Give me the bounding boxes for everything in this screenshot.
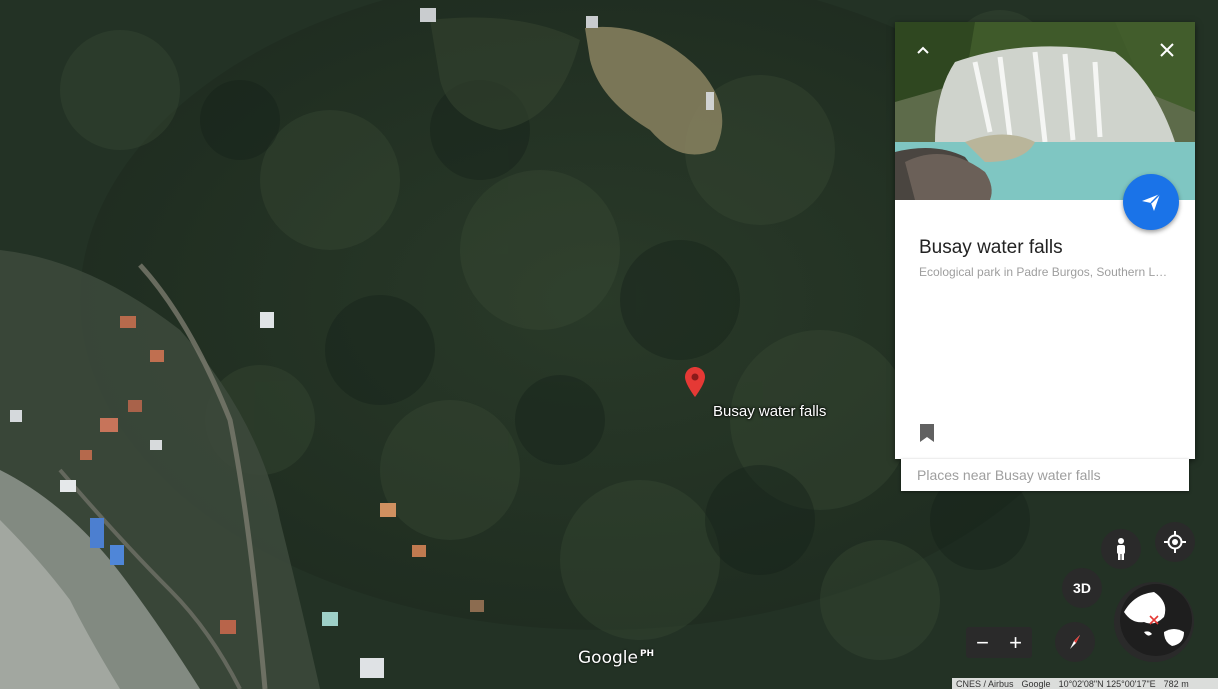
my-location-button[interactable]: [1155, 522, 1195, 562]
place-subtitle: Ecological park in Padre Burgos, Souther…: [919, 265, 1171, 279]
pegman-icon: [1117, 538, 1125, 560]
close-card-icon[interactable]: [1157, 40, 1177, 60]
compass-button[interactable]: [1055, 622, 1095, 662]
collapse-card-icon[interactable]: [913, 40, 933, 60]
send-icon: [1142, 193, 1161, 211]
bookmark-icon[interactable]: [919, 423, 935, 443]
zoom-in-button[interactable]: +: [999, 627, 1032, 658]
place-card: Busay water falls Ecological park in Pad…: [895, 22, 1195, 459]
compass-icon: [1070, 635, 1080, 649]
places-nearby-link[interactable]: Places near Busay water falls: [901, 459, 1189, 491]
google-logo-text: Google: [578, 648, 638, 668]
data-credit[interactable]: CNES / Airbus: [956, 679, 1014, 689]
crosshair-icon: [1164, 531, 1186, 553]
toggle-3d-button[interactable]: 3D: [1062, 568, 1102, 608]
coordinates-readout: 10°02'08"N 125°00'17"E: [1058, 678, 1156, 689]
attribution-brand: Google: [1021, 678, 1051, 689]
scale-readout: 782 m: [1163, 678, 1189, 689]
zoom-controls: − +: [966, 627, 1032, 658]
place-title: Busay water falls: [919, 237, 1063, 258]
zoom-out-button[interactable]: −: [966, 627, 999, 658]
place-pin-icon[interactable]: [685, 367, 705, 397]
street-view-button[interactable]: [1101, 529, 1141, 569]
map-attribution: CNES / Airbus Google 10°02'08"N 125°00'1…: [952, 678, 1218, 689]
google-logo: Google PH: [578, 648, 654, 668]
place-label[interactable]: Busay water falls: [713, 403, 826, 420]
share-button[interactable]: [1123, 174, 1179, 230]
globe-minimap[interactable]: [1114, 582, 1194, 662]
google-logo-region: PH: [639, 649, 655, 660]
